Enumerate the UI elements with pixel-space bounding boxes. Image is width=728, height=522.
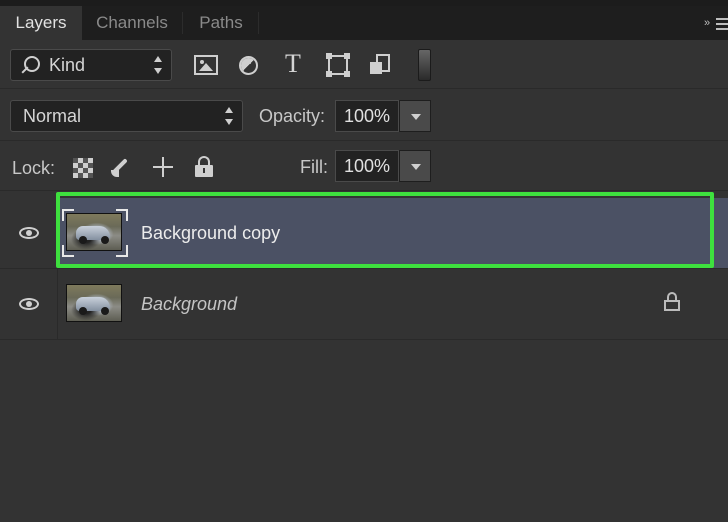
smart-object-filter-icon[interactable]	[370, 54, 392, 78]
filter-kind-label: Kind	[49, 55, 86, 75]
layer-lock-icon	[663, 292, 681, 312]
adjustment-filter-icon[interactable]	[239, 56, 258, 75]
tab-paths[interactable]: Paths	[184, 6, 258, 40]
visibility-toggle[interactable]	[0, 198, 58, 268]
collapse-arrows-icon: »	[704, 17, 710, 29]
tab-layers[interactable]: Layers	[0, 6, 82, 40]
blend-mode-select[interactable]: Normal	[10, 100, 243, 132]
tab-channels[interactable]: Channels	[82, 6, 182, 40]
divider	[0, 190, 728, 191]
divider	[0, 140, 728, 141]
filter-toggle-switch[interactable]	[418, 49, 431, 81]
opacity-input[interactable]: 100%	[335, 100, 399, 132]
shape-filter-icon[interactable]	[326, 53, 350, 77]
panel-tab-bar: Layers Channels Paths »	[0, 6, 728, 40]
eye-icon	[19, 227, 39, 239]
lock-image-pixels-brush-icon[interactable]	[110, 156, 132, 178]
lock-transparent-pixels-icon[interactable]	[73, 158, 93, 178]
chevron-down-icon	[411, 114, 421, 120]
visibility-toggle[interactable]	[0, 269, 58, 339]
divider	[0, 339, 728, 340]
highlight-outline	[56, 192, 714, 268]
fill-input[interactable]: 100%	[335, 150, 399, 182]
fill-dropdown-button[interactable]	[399, 150, 431, 182]
divider	[0, 88, 728, 89]
eye-icon	[19, 298, 39, 310]
layer-row-background[interactable]: Background	[0, 269, 728, 339]
lock-all-icon[interactable]	[194, 156, 216, 178]
chevron-down-icon	[411, 164, 421, 170]
image-filter-icon[interactable]	[194, 55, 218, 75]
tab-separator	[258, 12, 259, 34]
lock-label: Lock:	[12, 158, 56, 178]
layer-name[interactable]: Background	[141, 294, 237, 315]
panel-menu-icon[interactable]: »	[702, 15, 728, 33]
type-filter-icon[interactable]: T	[280, 51, 306, 77]
filter-kind-select[interactable]: Kind	[10, 49, 172, 81]
layer-thumbnail	[66, 284, 122, 322]
spinner-arrows-icon	[225, 107, 234, 125]
lock-position-move-icon[interactable]	[152, 156, 174, 178]
blend-mode-label: Normal	[23, 106, 82, 126]
fill-label: Fill:	[300, 157, 328, 177]
menu-lines-icon	[716, 18, 728, 33]
tab-separator	[182, 12, 183, 34]
opacity-label: Opacity:	[259, 106, 326, 126]
spinner-arrows-icon	[154, 56, 163, 74]
opacity-dropdown-button[interactable]	[399, 100, 431, 132]
